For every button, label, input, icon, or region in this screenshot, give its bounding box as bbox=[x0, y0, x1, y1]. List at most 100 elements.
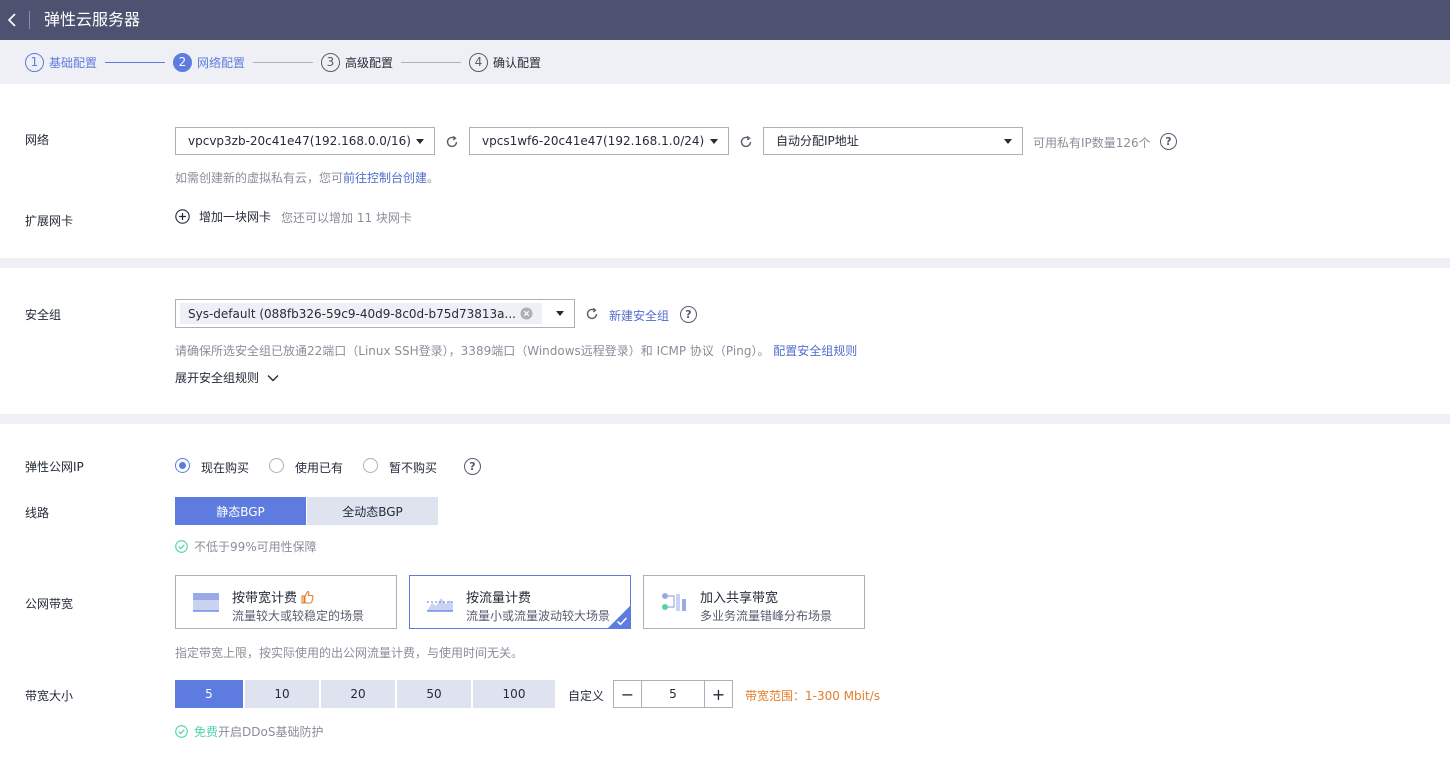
increment-button[interactable]: + bbox=[704, 681, 732, 707]
back-arrow-icon[interactable] bbox=[4, 10, 22, 30]
network-label: 网络 bbox=[25, 133, 50, 147]
dropdown-arrow-icon bbox=[710, 139, 718, 144]
bandwidth-option-100[interactable]: 100 bbox=[473, 680, 555, 708]
ddos-free-text: 免费 bbox=[194, 725, 219, 739]
security-panel bbox=[0, 268, 1450, 414]
step-advanced[interactable]: 3 高级配置 bbox=[321, 52, 393, 72]
step-basic[interactable]: 1 基础配置 bbox=[25, 52, 97, 72]
wizard-steps: 1 基础配置 2 网络配置 3 高级配置 4 确认配置 bbox=[0, 40, 1450, 84]
step-connector bbox=[401, 62, 461, 63]
radio-use-existing[interactable] bbox=[269, 458, 284, 473]
card-title: 按流量计费 bbox=[466, 591, 532, 606]
vpc-hint-suffix: 。 bbox=[427, 171, 440, 185]
step-connector bbox=[105, 62, 165, 63]
expand-rules-label: 展开安全组规则 bbox=[175, 371, 260, 385]
step-number: 4 bbox=[469, 52, 488, 72]
ip-count-text: 可用私有IP数量126个 bbox=[1033, 136, 1151, 150]
radio-not-buy-label[interactable]: 暂不购买 bbox=[389, 459, 437, 476]
divider bbox=[29, 11, 30, 29]
bandwidth-stepper: − + bbox=[613, 680, 733, 708]
dropdown-arrow-icon bbox=[556, 311, 564, 316]
help-icon[interactable]: ? bbox=[680, 306, 697, 323]
card-title: 加入共享带宽 bbox=[700, 591, 779, 606]
dropdown-arrow-icon bbox=[1004, 139, 1012, 144]
radio-buy-now[interactable] bbox=[175, 458, 190, 473]
refresh-icon[interactable] bbox=[585, 307, 599, 321]
card-traffic-billing[interactable]: 按流量计费 流量小或流量波动较大场景 bbox=[409, 575, 631, 629]
step-label: 确认配置 bbox=[493, 55, 542, 70]
subnet-select[interactable]: vpcs1wf6-20c41e47(192.168.1.0/24) bbox=[469, 127, 729, 155]
check-circle-icon bbox=[175, 540, 188, 553]
card-subtitle: 多业务流量错峰分布场景 bbox=[700, 609, 833, 623]
card-title-text: 按带宽计费 bbox=[232, 591, 298, 606]
security-hint: 请确保所选安全组已放通22端口（Linux SSH登录），3389端口（Wind… bbox=[175, 342, 857, 359]
bandwidth-option-10[interactable]: 10 bbox=[245, 680, 319, 708]
traffic-chart-icon bbox=[427, 598, 453, 612]
radio-not-buy[interactable] bbox=[363, 458, 378, 473]
line-static-bgp[interactable]: 静态BGP bbox=[175, 497, 306, 525]
security-group-select[interactable]: Sys-default (088fb326-59c9-40d9-8c0d-b75… bbox=[175, 299, 575, 328]
help-icon[interactable]: ? bbox=[1160, 133, 1177, 150]
vpc-select-value: vpcvp3zb-20c41e47(192.168.0.0/16) bbox=[188, 134, 411, 148]
ip-assign-value: 自动分配IP地址 bbox=[776, 134, 859, 148]
bandwidth-option-20[interactable]: 20 bbox=[321, 680, 395, 708]
eip-label: 弹性公网IP bbox=[25, 460, 84, 474]
step-label: 基础配置 bbox=[49, 55, 98, 70]
radio-buy-now-label[interactable]: 现在购买 bbox=[201, 459, 249, 476]
checkmark-icon bbox=[616, 617, 628, 626]
card-title: 按带宽计费 bbox=[232, 587, 314, 606]
vpc-hint-text: 如需创建新的虚拟私有云，您可 bbox=[175, 171, 344, 185]
expand-rules-toggle[interactable]: 展开安全组规则 bbox=[175, 369, 279, 386]
check-circle-icon bbox=[175, 725, 188, 738]
custom-label: 自定义 bbox=[568, 689, 605, 703]
radio-use-existing-label[interactable]: 使用已有 bbox=[295, 459, 343, 476]
configure-rules-link[interactable]: 配置安全组规则 bbox=[773, 344, 857, 358]
ddos-text: 开启DDoS基础防护 bbox=[218, 725, 324, 739]
bandwidth-option-5[interactable]: 5 bbox=[175, 680, 243, 708]
nic-label: 扩展网卡 bbox=[25, 214, 74, 228]
step-confirm[interactable]: 4 确认配置 bbox=[469, 52, 541, 72]
security-label: 安全组 bbox=[25, 308, 62, 322]
line-dynamic-bgp[interactable]: 全动态BGP bbox=[307, 497, 438, 525]
bandwidth-hint: 指定带宽上限，按实际使用的出公网流量计费，与使用时间无关。 bbox=[175, 646, 524, 660]
step-label: 高级配置 bbox=[345, 55, 394, 70]
vpc-select[interactable]: vpcvp3zb-20c41e47(192.168.0.0/16) bbox=[175, 127, 435, 155]
bandwidth-label: 公网带宽 bbox=[25, 597, 74, 611]
security-group-value: Sys-default (088fb326-59c9-40d9-8c0d-b75… bbox=[188, 307, 516, 321]
clear-icon[interactable] bbox=[520, 307, 533, 320]
create-vpc-link[interactable]: 前往控制台创建 bbox=[343, 171, 427, 185]
shared-bandwidth-icon bbox=[662, 593, 686, 611]
help-icon[interactable]: ? bbox=[464, 458, 481, 475]
page-title: 弹性云服务器 bbox=[44, 10, 141, 29]
step-number: 2 bbox=[173, 52, 192, 72]
new-security-group-link[interactable]: 新建安全组 bbox=[609, 307, 669, 324]
thumbs-up-icon bbox=[301, 590, 314, 604]
decrement-button[interactable]: − bbox=[614, 681, 642, 707]
plus-circle-icon bbox=[175, 209, 190, 224]
nic-hint: 您还可以增加 11 块网卡 bbox=[281, 211, 412, 225]
step-network[interactable]: 2 网络配置 bbox=[173, 52, 245, 72]
vpc-hint: 如需创建新的虚拟私有云，您可前往控制台创建。 bbox=[175, 169, 439, 186]
step-connector bbox=[253, 62, 313, 63]
subnet-select-value: vpcs1wf6-20c41e47(192.168.1.0/24) bbox=[482, 134, 705, 148]
bandwidth-chart-icon bbox=[193, 593, 219, 612]
add-nic-label: 增加一块网卡 bbox=[199, 210, 272, 224]
availability-note: 不低于99%可用性保障 bbox=[175, 538, 317, 555]
chevron-down-icon bbox=[267, 374, 279, 381]
size-label: 带宽大小 bbox=[25, 689, 74, 703]
ip-assign-select[interactable]: 自动分配IP地址 bbox=[763, 127, 1023, 155]
refresh-icon[interactable] bbox=[739, 135, 753, 149]
ddos-note: 免费 开启DDoS基础防护 bbox=[175, 723, 323, 740]
step-label: 网络配置 bbox=[197, 55, 246, 70]
step-number: 1 bbox=[25, 52, 44, 72]
card-subtitle: 流量小或流量波动较大场景 bbox=[466, 609, 611, 623]
line-label: 线路 bbox=[25, 506, 50, 520]
step-number: 3 bbox=[321, 52, 340, 72]
bandwidth-input[interactable] bbox=[643, 681, 703, 707]
bandwidth-option-50[interactable]: 50 bbox=[397, 680, 471, 708]
refresh-icon[interactable] bbox=[445, 135, 459, 149]
add-nic-button[interactable]: 增加一块网卡 bbox=[175, 208, 271, 225]
card-bandwidth-billing[interactable]: 按带宽计费 流量较大或较稳定的场景 bbox=[175, 575, 397, 629]
card-shared-bandwidth[interactable]: 加入共享带宽 多业务流量错峰分布场景 bbox=[643, 575, 865, 629]
dropdown-arrow-icon bbox=[416, 139, 424, 144]
